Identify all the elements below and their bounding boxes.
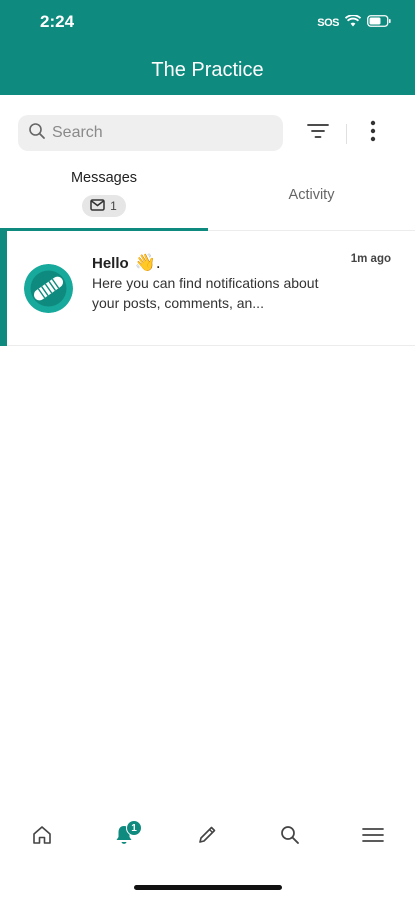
search-icon (28, 122, 46, 145)
nav-search[interactable] (270, 820, 310, 854)
status-bar: 2:24 SOS (0, 0, 415, 45)
search-input[interactable] (52, 124, 272, 142)
tab-messages[interactable]: Messages 1 (0, 162, 208, 230)
message-title-text: Hello (92, 254, 129, 272)
home-indicator[interactable] (134, 885, 282, 890)
avatar (24, 264, 73, 313)
filter-button[interactable] (304, 120, 332, 146)
search-icon (279, 824, 301, 851)
message-item[interactable]: Hello 👋. 1m ago Here you can find notifi… (0, 231, 415, 346)
mail-icon (90, 198, 105, 214)
tab-activity-label: Activity (288, 187, 335, 203)
status-icons: SOS (317, 14, 391, 32)
notification-badge: 1 (126, 820, 142, 836)
wifi-icon (344, 14, 362, 32)
nav-notifications[interactable]: 1 (104, 820, 144, 854)
wave-emoji: 👋. (134, 253, 161, 272)
nav-home[interactable] (22, 820, 62, 854)
status-time: 2:24 (40, 12, 75, 31)
filter-icon (307, 123, 329, 144)
unread-accent-bar (0, 231, 7, 346)
unread-count: 1 (110, 199, 117, 213)
search-bar[interactable] (18, 115, 283, 151)
page-title: The Practice (151, 58, 264, 81)
battery-icon (367, 14, 391, 32)
pencil-icon (196, 824, 218, 851)
more-vertical-icon (370, 120, 376, 147)
message-timestamp: 1m ago (350, 253, 391, 265)
nav-menu[interactable] (353, 820, 393, 854)
message-title: Hello 👋. (92, 253, 161, 273)
tab-messages-label: Messages (70, 170, 138, 186)
nav-compose[interactable] (187, 820, 227, 854)
bottom-nav: 1 (0, 806, 415, 866)
home-icon (31, 824, 53, 851)
message-preview: Here you can find notifications about yo… (92, 275, 319, 311)
toolbar-divider (346, 124, 347, 144)
menu-icon (362, 826, 384, 849)
sos-indicator: SOS (317, 17, 339, 29)
tab-activity[interactable]: Activity (208, 162, 415, 230)
practice-logo-icon (24, 264, 73, 313)
app-header: The Practice (0, 45, 415, 95)
unread-messages-badge: 1 (82, 195, 126, 217)
more-options-button[interactable] (360, 118, 386, 148)
